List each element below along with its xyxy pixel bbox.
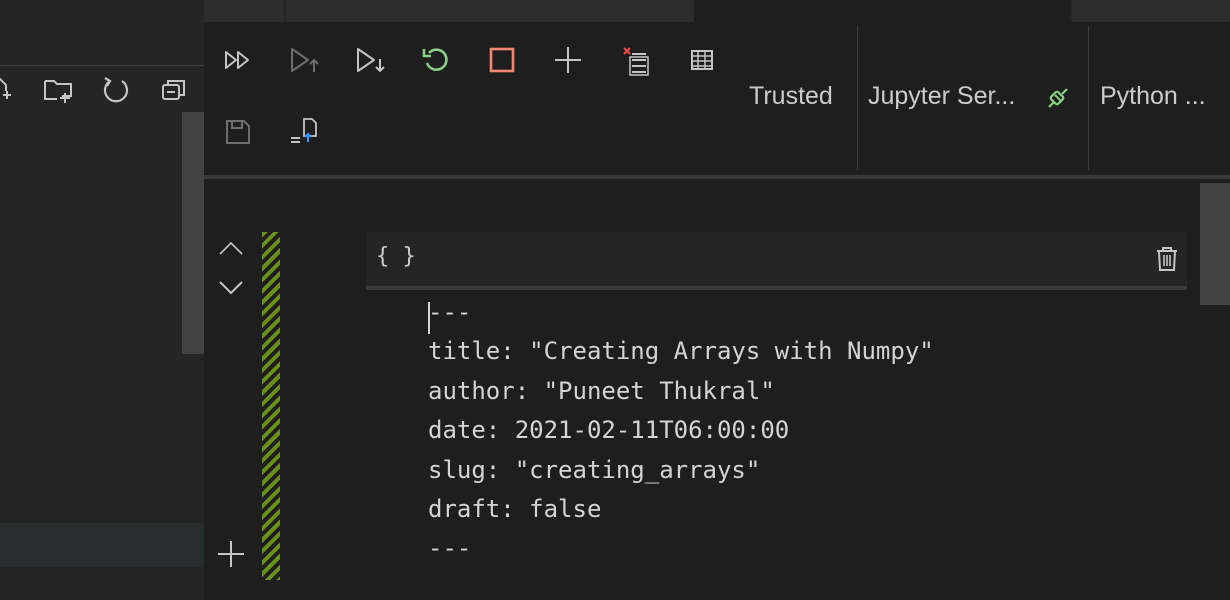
explorer-tree [0, 112, 204, 522]
variables-icon[interactable] [682, 40, 722, 80]
move-up-icon[interactable] [218, 236, 244, 260]
toolbar-separator [857, 26, 858, 170]
notebook-cell-area: { } --- title: "Creating Arrays with Num… [204, 179, 1230, 600]
editor-tab[interactable] [286, 0, 694, 22]
cell-header: { } [366, 232, 1187, 286]
code-cell[interactable]: { } --- title: "Creating Arrays with Num… [366, 232, 1187, 580]
kernel-label[interactable]: Python ... [1100, 82, 1206, 111]
code-line: title: "Creating Arrays with Numpy" [428, 337, 934, 365]
explorer-selected-row[interactable] [0, 523, 204, 567]
explorer-scrollbar[interactable] [182, 112, 204, 354]
jupyter-server-label[interactable]: Jupyter Ser... [868, 82, 1015, 111]
cell-editor-content[interactable]: --- title: "Creating Arrays with Numpy" … [374, 290, 1187, 580]
code-line: --- [428, 298, 472, 326]
editor-tab[interactable] [204, 0, 284, 22]
add-cell-icon[interactable] [548, 40, 588, 80]
restart-kernel-icon[interactable] [416, 40, 456, 80]
code-line: --- [428, 534, 472, 562]
editor-tab-active[interactable] [694, 0, 1070, 22]
delete-icon[interactable] [1153, 244, 1181, 274]
explorer-divider [0, 65, 204, 66]
collapse-all-icon[interactable] [158, 74, 190, 106]
add-cell-below-icon[interactable] [216, 539, 246, 569]
editor-tab-strip [204, 0, 1230, 22]
cell-status-stripe [262, 232, 280, 580]
explorer-header [0, 0, 204, 65]
notebook-scrollbar[interactable] [1200, 183, 1230, 305]
save-icon[interactable] [218, 112, 258, 152]
toolbar-separator [1088, 26, 1089, 170]
explorer-pane [0, 0, 204, 600]
refresh-icon[interactable] [100, 74, 132, 106]
code-line: author: "Puneet Thukral" [428, 377, 775, 405]
code-line: slug: "creating_arrays" [428, 456, 761, 484]
move-down-icon[interactable] [218, 275, 244, 299]
interrupt-kernel-icon[interactable] [482, 40, 522, 80]
code-line: draft: false [428, 495, 602, 523]
kernel-connected-icon[interactable] [1038, 78, 1078, 118]
cell-type-label[interactable]: { } [376, 244, 416, 269]
run-all-icon[interactable] [218, 40, 258, 80]
code-line: date: 2021-02-11T06:00:00 [428, 416, 790, 444]
cell-editor[interactable]: --- title: "Creating Arrays with Numpy" … [366, 290, 1187, 580]
export-icon[interactable] [284, 112, 324, 152]
explorer-actions [0, 70, 204, 110]
clear-outputs-icon[interactable] [616, 40, 656, 80]
run-above-icon[interactable] [284, 40, 324, 80]
run-below-icon[interactable] [350, 40, 390, 80]
new-folder-icon[interactable] [42, 74, 74, 106]
trusted-label[interactable]: Trusted [749, 82, 833, 111]
editor-tab[interactable] [1072, 0, 1230, 22]
notebook-toolbar: Trusted Jupyter Ser... Python ... [204, 22, 1230, 176]
new-file-icon[interactable] [0, 74, 18, 106]
